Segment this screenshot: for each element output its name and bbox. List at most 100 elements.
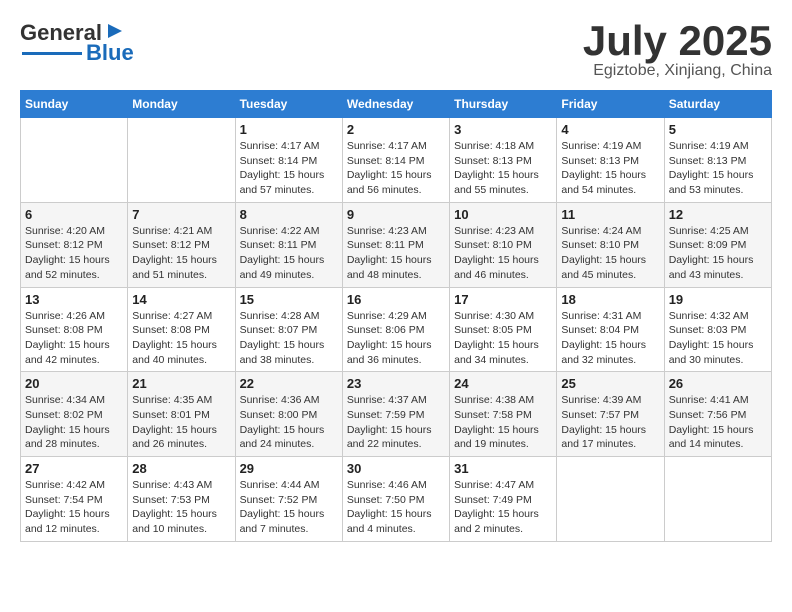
calendar-cell: 3 Sunrise: 4:18 AM Sunset: 8:13 PM Daylig… xyxy=(450,118,557,203)
calendar-cell: 20Sunrise: 4:34 AM Sunset: 8:02 PM Dayli… xyxy=(21,372,128,457)
day-info: Sunrise: 4:28 AM Sunset: 8:07 PM Dayligh… xyxy=(240,309,338,368)
day-info: Sunrise: 4:43 AM Sunset: 7:53 PM Dayligh… xyxy=(132,478,230,537)
day-info: Sunrise: 4:17 AM Sunset: 8:14 PM Dayligh… xyxy=(240,139,338,198)
calendar-header-row: SundayMondayTuesdayWednesdayThursdayFrid… xyxy=(21,91,772,118)
calendar-cell xyxy=(128,118,235,203)
day-info: Sunrise: 4:42 AM Sunset: 7:54 PM Dayligh… xyxy=(25,478,123,537)
day-info: Sunrise: 4:19 AM Sunset: 8:13 PM Dayligh… xyxy=(669,139,767,198)
day-number: 23 xyxy=(347,376,445,391)
calendar-cell: 13 Sunrise: 4:26 AM Sunset: 8:08 PM Dayli… xyxy=(21,287,128,372)
day-info: Sunrise: 4:44 AM Sunset: 7:52 PM Dayligh… xyxy=(240,478,338,537)
day-number: 16 xyxy=(347,292,445,307)
month-title: July 2025 xyxy=(583,20,772,62)
calendar-cell: 5 Sunrise: 4:19 AM Sunset: 8:13 PM Daylig… xyxy=(664,118,771,203)
calendar-cell: 17 Sunrise: 4:30 AM Sunset: 8:05 PM Dayli… xyxy=(450,287,557,372)
day-info: Sunrise: 4:29 AM Sunset: 8:06 PM Dayligh… xyxy=(347,309,445,368)
calendar-cell: 9Sunrise: 4:23 AM Sunset: 8:11 PM Daylig… xyxy=(342,202,449,287)
calendar-week-row: 6Sunrise: 4:20 AM Sunset: 8:12 PM Daylig… xyxy=(21,202,772,287)
day-info: Sunrise: 4:32 AM Sunset: 8:03 PM Dayligh… xyxy=(669,309,767,368)
calendar-cell: 27 Sunrise: 4:42 AM Sunset: 7:54 PM Dayli… xyxy=(21,457,128,542)
day-info: Sunrise: 4:36 AM Sunset: 8:00 PM Dayligh… xyxy=(240,393,338,452)
title-block: July 2025 Egiztobe, Xinjiang, China xyxy=(583,20,772,80)
calendar-week-row: 27 Sunrise: 4:42 AM Sunset: 7:54 PM Dayli… xyxy=(21,457,772,542)
day-number: 9 xyxy=(347,207,445,222)
calendar-cell: 26Sunrise: 4:41 AM Sunset: 7:56 PM Dayli… xyxy=(664,372,771,457)
column-header-wednesday: Wednesday xyxy=(342,91,449,118)
calendar-cell: 4 Sunrise: 4:19 AM Sunset: 8:13 PM Daylig… xyxy=(557,118,664,203)
day-info: Sunrise: 4:18 AM Sunset: 8:13 PM Dayligh… xyxy=(454,139,552,198)
calendar-cell: 21 Sunrise: 4:35 AM Sunset: 8:01 PM Dayli… xyxy=(128,372,235,457)
day-number: 10 xyxy=(454,207,552,222)
day-number: 15 xyxy=(240,292,338,307)
calendar-cell: 23 Sunrise: 4:37 AM Sunset: 7:59 PM Dayli… xyxy=(342,372,449,457)
calendar-cell: 29 Sunrise: 4:44 AM Sunset: 7:52 PM Dayli… xyxy=(235,457,342,542)
day-number: 8 xyxy=(240,207,338,222)
calendar-cell: 28 Sunrise: 4:43 AM Sunset: 7:53 PM Dayli… xyxy=(128,457,235,542)
day-info: Sunrise: 4:26 AM Sunset: 8:08 PM Dayligh… xyxy=(25,309,123,368)
calendar-week-row: 20Sunrise: 4:34 AM Sunset: 8:02 PM Dayli… xyxy=(21,372,772,457)
day-info: Sunrise: 4:24 AM Sunset: 8:10 PM Dayligh… xyxy=(561,224,659,283)
day-info: Sunrise: 4:35 AM Sunset: 8:01 PM Dayligh… xyxy=(132,393,230,452)
calendar-cell xyxy=(21,118,128,203)
day-info: Sunrise: 4:38 AM Sunset: 7:58 PM Dayligh… xyxy=(454,393,552,452)
calendar-week-row: 13 Sunrise: 4:26 AM Sunset: 8:08 PM Dayli… xyxy=(21,287,772,372)
day-number: 29 xyxy=(240,461,338,476)
day-number: 3 xyxy=(454,122,552,137)
day-number: 18 xyxy=(561,292,659,307)
day-info: Sunrise: 4:22 AM Sunset: 8:11 PM Dayligh… xyxy=(240,224,338,283)
day-number: 4 xyxy=(561,122,659,137)
day-info: Sunrise: 4:37 AM Sunset: 7:59 PM Dayligh… xyxy=(347,393,445,452)
calendar-cell: 8 Sunrise: 4:22 AM Sunset: 8:11 PM Daylig… xyxy=(235,202,342,287)
calendar-cell: 1 Sunrise: 4:17 AM Sunset: 8:14 PM Daylig… xyxy=(235,118,342,203)
column-header-saturday: Saturday xyxy=(664,91,771,118)
location-subtitle: Egiztobe, Xinjiang, China xyxy=(583,62,772,80)
day-info: Sunrise: 4:19 AM Sunset: 8:13 PM Dayligh… xyxy=(561,139,659,198)
calendar-cell: 11 Sunrise: 4:24 AM Sunset: 8:10 PM Dayli… xyxy=(557,202,664,287)
calendar-cell: 22 Sunrise: 4:36 AM Sunset: 8:00 PM Dayli… xyxy=(235,372,342,457)
day-number: 24 xyxy=(454,376,552,391)
day-info: Sunrise: 4:21 AM Sunset: 8:12 PM Dayligh… xyxy=(132,224,230,283)
day-number: 5 xyxy=(669,122,767,137)
calendar-cell: 30Sunrise: 4:46 AM Sunset: 7:50 PM Dayli… xyxy=(342,457,449,542)
calendar-cell: 25 Sunrise: 4:39 AM Sunset: 7:57 PM Dayli… xyxy=(557,372,664,457)
column-header-thursday: Thursday xyxy=(450,91,557,118)
day-number: 2 xyxy=(347,122,445,137)
day-info: Sunrise: 4:30 AM Sunset: 8:05 PM Dayligh… xyxy=(454,309,552,368)
day-info: Sunrise: 4:25 AM Sunset: 8:09 PM Dayligh… xyxy=(669,224,767,283)
day-info: Sunrise: 4:47 AM Sunset: 7:49 PM Dayligh… xyxy=(454,478,552,537)
calendar-cell: 19 Sunrise: 4:32 AM Sunset: 8:03 PM Dayli… xyxy=(664,287,771,372)
day-number: 25 xyxy=(561,376,659,391)
day-number: 11 xyxy=(561,207,659,222)
day-info: Sunrise: 4:41 AM Sunset: 7:56 PM Dayligh… xyxy=(669,393,767,452)
day-info: Sunrise: 4:31 AM Sunset: 8:04 PM Dayligh… xyxy=(561,309,659,368)
day-number: 19 xyxy=(669,292,767,307)
calendar-cell: 10 Sunrise: 4:23 AM Sunset: 8:10 PM Dayli… xyxy=(450,202,557,287)
day-number: 21 xyxy=(132,376,230,391)
day-info: Sunrise: 4:27 AM Sunset: 8:08 PM Dayligh… xyxy=(132,309,230,368)
calendar-cell: 18 Sunrise: 4:31 AM Sunset: 8:04 PM Dayli… xyxy=(557,287,664,372)
day-info: Sunrise: 4:34 AM Sunset: 8:02 PM Dayligh… xyxy=(25,393,123,452)
calendar-cell: 6Sunrise: 4:20 AM Sunset: 8:12 PM Daylig… xyxy=(21,202,128,287)
logo-arrow-icon xyxy=(104,20,126,42)
calendar-cell: 2Sunrise: 4:17 AM Sunset: 8:14 PM Daylig… xyxy=(342,118,449,203)
day-number: 27 xyxy=(25,461,123,476)
calendar-cell: 31 Sunrise: 4:47 AM Sunset: 7:49 PM Dayli… xyxy=(450,457,557,542)
day-number: 30 xyxy=(347,461,445,476)
day-number: 13 xyxy=(25,292,123,307)
day-number: 1 xyxy=(240,122,338,137)
day-number: 22 xyxy=(240,376,338,391)
column-header-friday: Friday xyxy=(557,91,664,118)
calendar-table: SundayMondayTuesdayWednesdayThursdayFrid… xyxy=(20,90,772,542)
day-info: Sunrise: 4:23 AM Sunset: 8:10 PM Dayligh… xyxy=(454,224,552,283)
logo: General Blue xyxy=(20,20,134,66)
day-number: 6 xyxy=(25,207,123,222)
calendar-cell: 7Sunrise: 4:21 AM Sunset: 8:12 PM Daylig… xyxy=(128,202,235,287)
calendar-week-row: 1 Sunrise: 4:17 AM Sunset: 8:14 PM Daylig… xyxy=(21,118,772,203)
day-number: 31 xyxy=(454,461,552,476)
day-info: Sunrise: 4:39 AM Sunset: 7:57 PM Dayligh… xyxy=(561,393,659,452)
column-header-sunday: Sunday xyxy=(21,91,128,118)
column-header-tuesday: Tuesday xyxy=(235,91,342,118)
day-number: 17 xyxy=(454,292,552,307)
day-number: 28 xyxy=(132,461,230,476)
calendar-cell: 16 Sunrise: 4:29 AM Sunset: 8:06 PM Dayli… xyxy=(342,287,449,372)
